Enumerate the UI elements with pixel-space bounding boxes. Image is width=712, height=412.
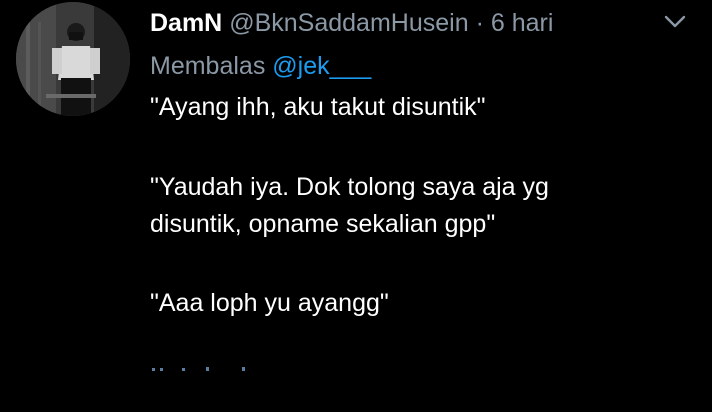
tweet-text-line: "Ayang ihh, aku takut disuntik"	[150, 93, 486, 121]
timestamp[interactable]: 6 hari	[491, 9, 554, 37]
author-handle[interactable]: @BknSaddamHusein	[229, 9, 468, 37]
author-display-name[interactable]: DamN	[150, 9, 222, 37]
more-options-button[interactable]	[662, 12, 688, 32]
tweet[interactable]: DamN @BknSaddamHusein · 6 hari Membalas …	[0, 0, 712, 412]
reply-context: Membalas @jek___	[150, 51, 371, 81]
avatar-image	[16, 2, 130, 116]
reply-prefix: Membalas	[150, 52, 266, 80]
avatar[interactable]	[16, 2, 130, 116]
tweet-text-line: disuntik, opname sekalian gpp"	[150, 210, 496, 238]
truncated-text-fragment	[152, 367, 245, 371]
tweet-text-line: "Yaudah iya. Dok tolong saya aja yg	[150, 173, 549, 201]
reply-to-link[interactable]: @jek___	[272, 52, 371, 80]
separator-dot: ·	[475, 9, 484, 37]
tweet-text-line: "Aaa loph yu ayangg"	[150, 289, 389, 317]
chevron-down-icon	[664, 15, 686, 28]
tweet-header: DamN @BknSaddamHusein · 6 hari	[150, 8, 553, 38]
